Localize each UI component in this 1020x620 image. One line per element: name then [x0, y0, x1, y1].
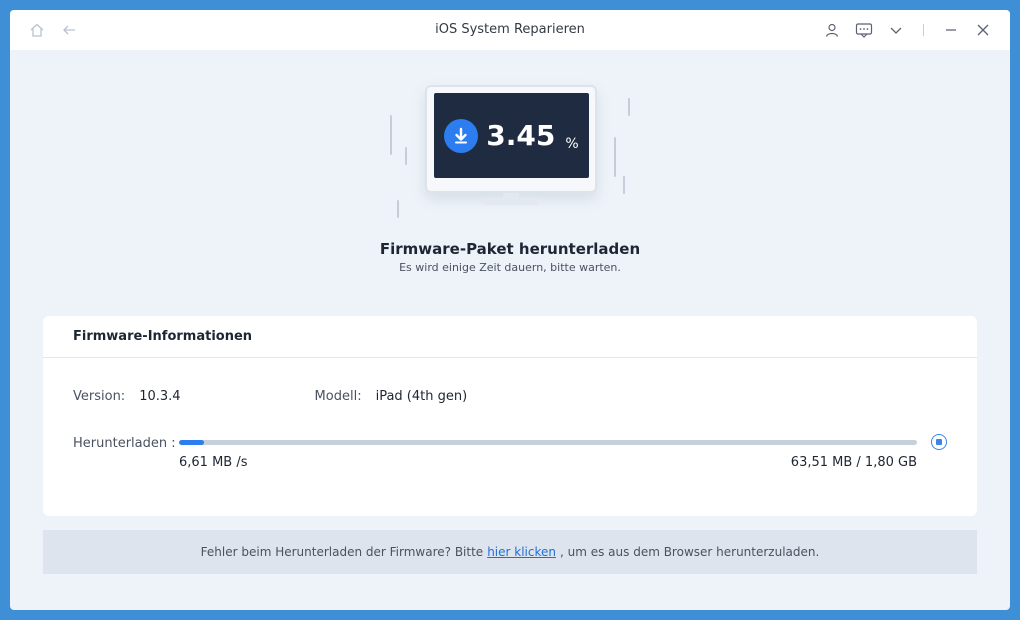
app-window: iOS System Reparieren 3.45 % Firmware-Pa…	[10, 10, 1010, 610]
download-label: Herunterladen :	[73, 436, 176, 451]
version-label: Version:	[73, 389, 126, 404]
card-header: Firmware-Informationen	[43, 316, 977, 358]
monitor-stand-base	[483, 199, 539, 205]
download-help-bar: Fehler beim Herunterladen der Firmware? …	[43, 530, 977, 574]
download-size: 63,51 MB / 1,80 GB	[790, 455, 917, 470]
download-subtitle: Es wird einige Zeit dauern, bitte warten…	[399, 261, 621, 274]
monitor-screen: 3.45%	[434, 93, 589, 178]
stop-icon	[936, 439, 942, 445]
close-icon[interactable]	[974, 21, 992, 39]
deco-line	[614, 137, 616, 177]
firmware-details-row: Version: 10.3.4 Modell: iPad (4th gen)	[73, 389, 467, 404]
model-value: iPad (4th gen)	[375, 389, 468, 404]
version-value: 10.3.4	[139, 389, 181, 404]
monitor-illustration: 3.45%	[385, 85, 635, 225]
deco-line	[623, 176, 625, 194]
feedback-icon[interactable]	[855, 21, 873, 39]
deco-line	[390, 115, 392, 155]
model-label: Modell:	[314, 389, 362, 404]
percent-sign: %	[565, 136, 579, 152]
monitor-frame: 3.45%	[425, 85, 597, 193]
deco-line	[397, 200, 399, 218]
deco-line	[405, 147, 407, 165]
download-status-area: 3.45% Firmware-Paket herunterladen Es wi…	[10, 50, 1010, 300]
stop-download-button[interactable]	[931, 434, 947, 450]
browser-download-link[interactable]: hier klicken	[487, 545, 556, 559]
deco-line	[628, 98, 630, 116]
title-bar: iOS System Reparieren	[10, 10, 1010, 50]
download-title: Firmware-Paket herunterladen	[379, 240, 641, 258]
back-arrow-icon[interactable]	[60, 21, 78, 39]
titlebar-right-controls	[823, 21, 992, 39]
titlebar-divider	[923, 24, 924, 36]
help-text-after: , um es aus dem Browser herunterzuladen.	[559, 545, 820, 559]
download-arrow-icon	[444, 118, 479, 153]
download-speed: 6,61 MB /s	[179, 455, 248, 470]
minimize-icon[interactable]	[942, 21, 960, 39]
titlebar-left-controls	[28, 21, 78, 39]
home-icon[interactable]	[28, 21, 46, 39]
menu-chevron-icon[interactable]	[887, 21, 905, 39]
user-icon[interactable]	[823, 21, 841, 39]
firmware-info-card: Firmware-Informationen Version: 10.3.4 M…	[43, 316, 977, 516]
download-progress-bar	[179, 440, 917, 445]
help-text-before: Fehler beim Herunterladen der Firmware? …	[200, 545, 484, 559]
download-progress-fill	[179, 440, 205, 445]
download-percent: 3.45	[486, 119, 556, 152]
